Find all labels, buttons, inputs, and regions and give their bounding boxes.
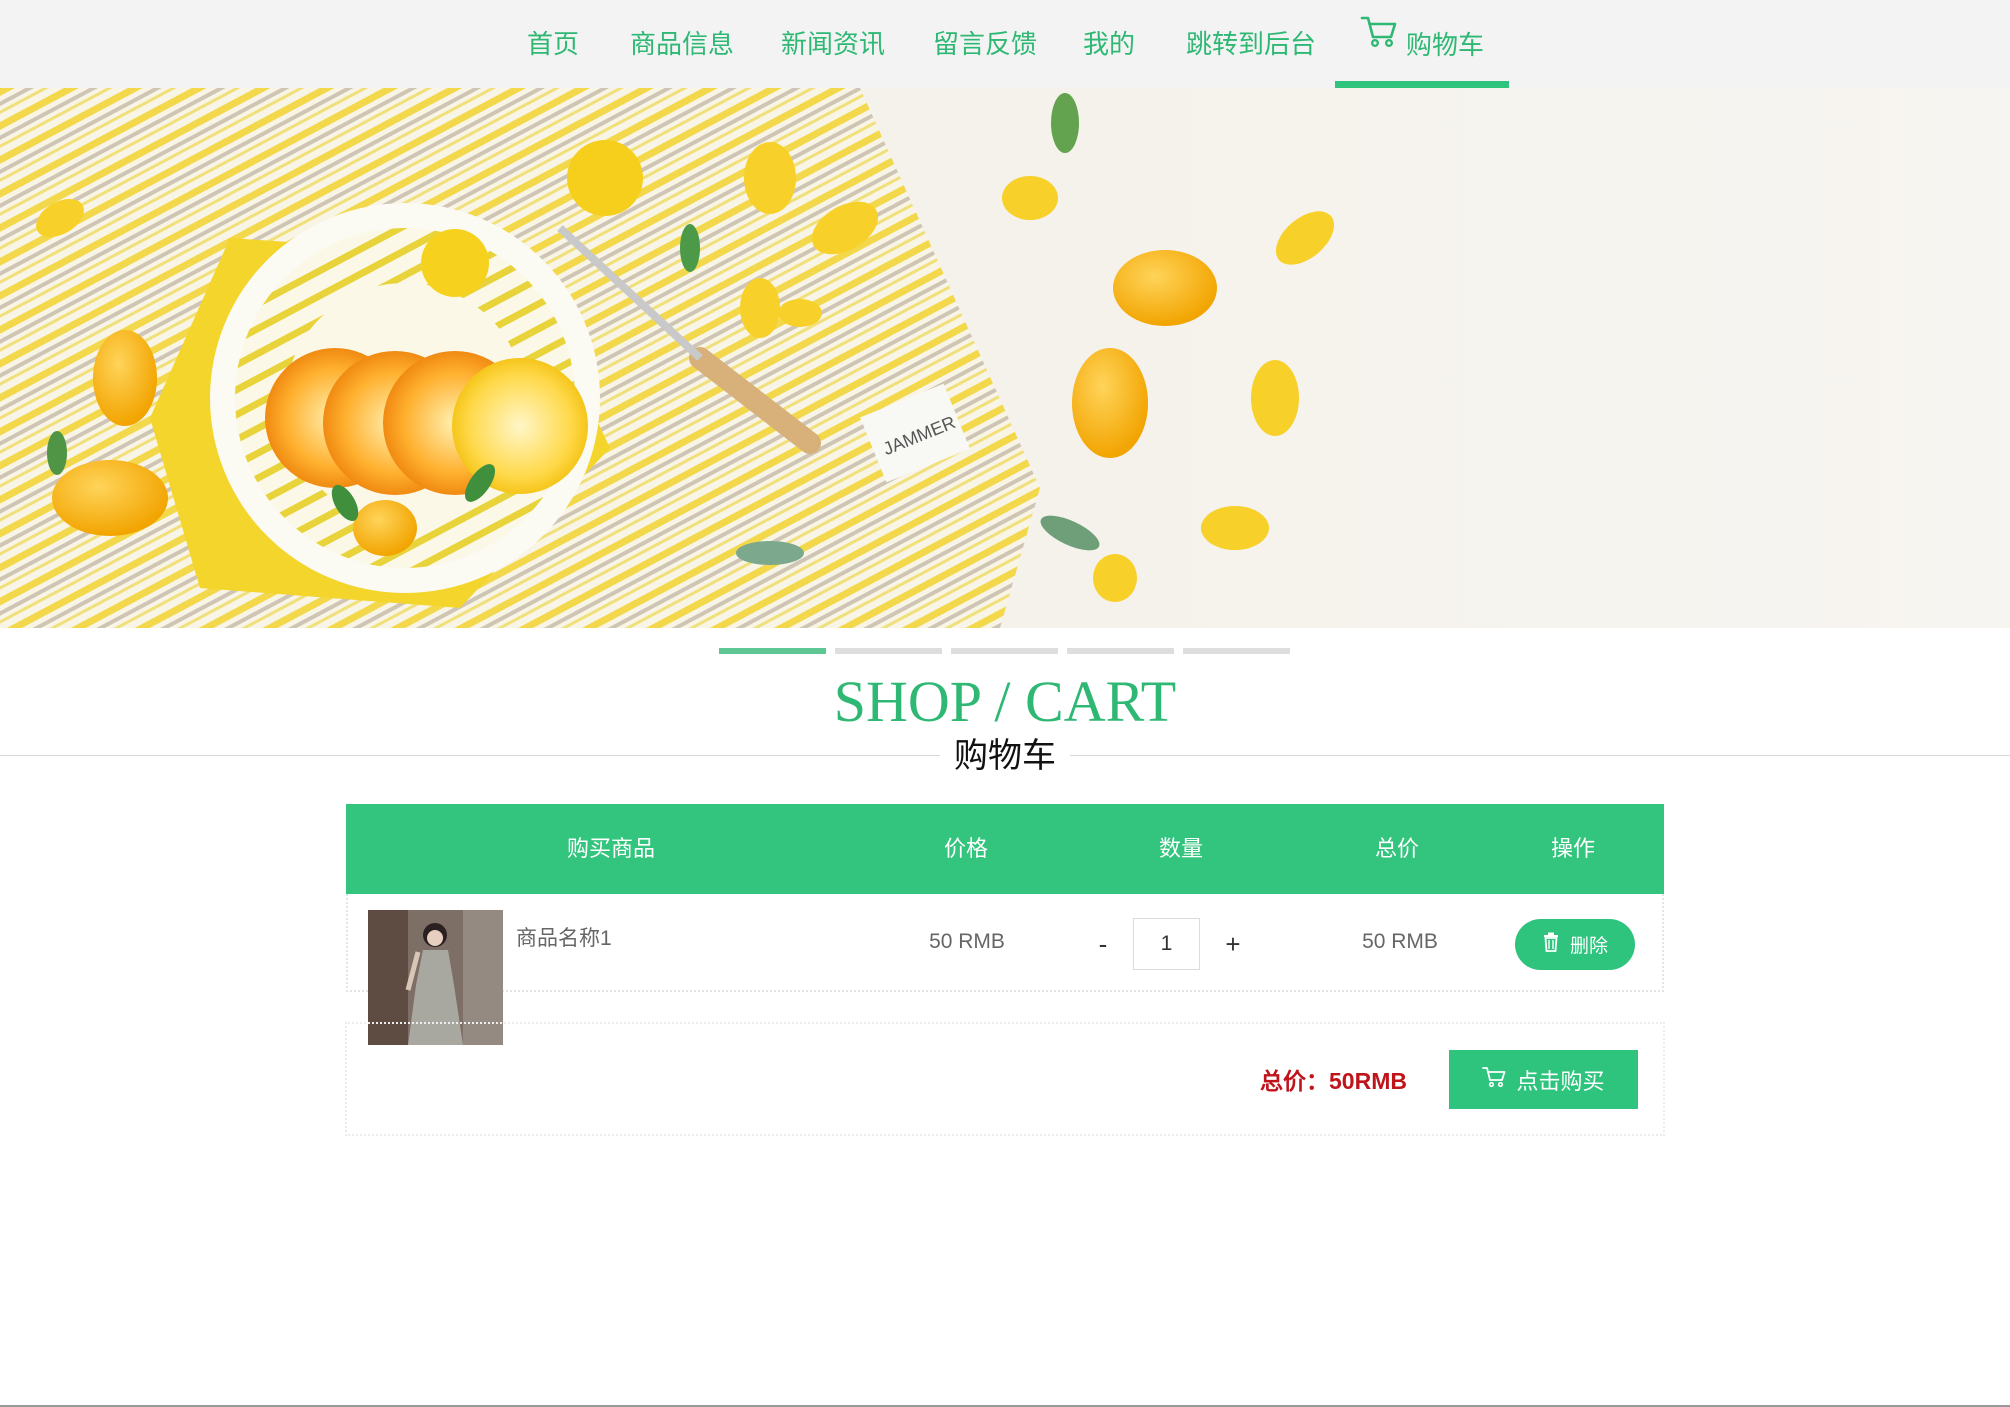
quantity-input[interactable] [1133, 918, 1200, 970]
cart-table-header: 购买商品 价格 数量 总价 操作 [346, 804, 1664, 894]
nav-item-admin[interactable]: 跳转到后台 [1186, 0, 1316, 88]
top-nav: 首页 商品信息 新闻资讯 留言反馈 我的 跳转到后台 购物车 [0, 0, 2010, 88]
product-name[interactable]: 商品名称1 [516, 922, 612, 952]
quantity-increment-button[interactable]: + [1213, 924, 1253, 964]
quantity-decrement-button[interactable]: - [1083, 924, 1123, 964]
row-price: 50 RMB [929, 930, 1005, 953]
slider-dot-2[interactable] [835, 648, 942, 654]
section-title-cn: 购物车 [940, 734, 1070, 778]
hero-banner: JAMMER [0, 88, 2010, 628]
cart-icon [1482, 1066, 1506, 1094]
nav-item-mine[interactable]: 我的 [1083, 0, 1135, 88]
slider-dot-4[interactable] [1067, 648, 1174, 654]
nav-item-news[interactable]: 新闻资讯 [781, 0, 885, 88]
nav-item-products[interactable]: 商品信息 [630, 0, 734, 88]
slider-dot-1[interactable] [719, 648, 826, 654]
trash-icon [1542, 932, 1560, 958]
header-product: 购买商品 [566, 836, 655, 861]
header-price: 价格 [943, 836, 988, 861]
nav-item-feedback[interactable]: 留言反馈 [933, 0, 1037, 88]
nav-item-cart[interactable]: 购物车 [1335, 0, 1509, 88]
delete-button-label: 删除 [1569, 936, 1608, 957]
nav-item-home[interactable]: 首页 [527, 0, 579, 88]
slider-dot-5[interactable] [1183, 648, 1290, 654]
cart-icon [1360, 0, 1398, 85]
banner-image: JAMMER [0, 88, 2010, 628]
buy-button-label: 点击购买 [1516, 1068, 1605, 1094]
cart-total: 总价：50RMB [1260, 1068, 1407, 1094]
header-total: 总价 [1374, 836, 1419, 861]
header-quantity: 数量 [1158, 836, 1203, 861]
slider-dot-3[interactable] [951, 648, 1058, 654]
nav-item-cart-label: 购物车 [1405, 30, 1484, 60]
buy-button[interactable]: 点击购买 [1449, 1050, 1638, 1109]
header-actions: 操作 [1550, 836, 1595, 861]
delete-button[interactable]: 删除 [1515, 919, 1635, 970]
section-title-en: SHOP / CART [833, 669, 1177, 734]
row-total: 50 RMB [1362, 930, 1438, 953]
